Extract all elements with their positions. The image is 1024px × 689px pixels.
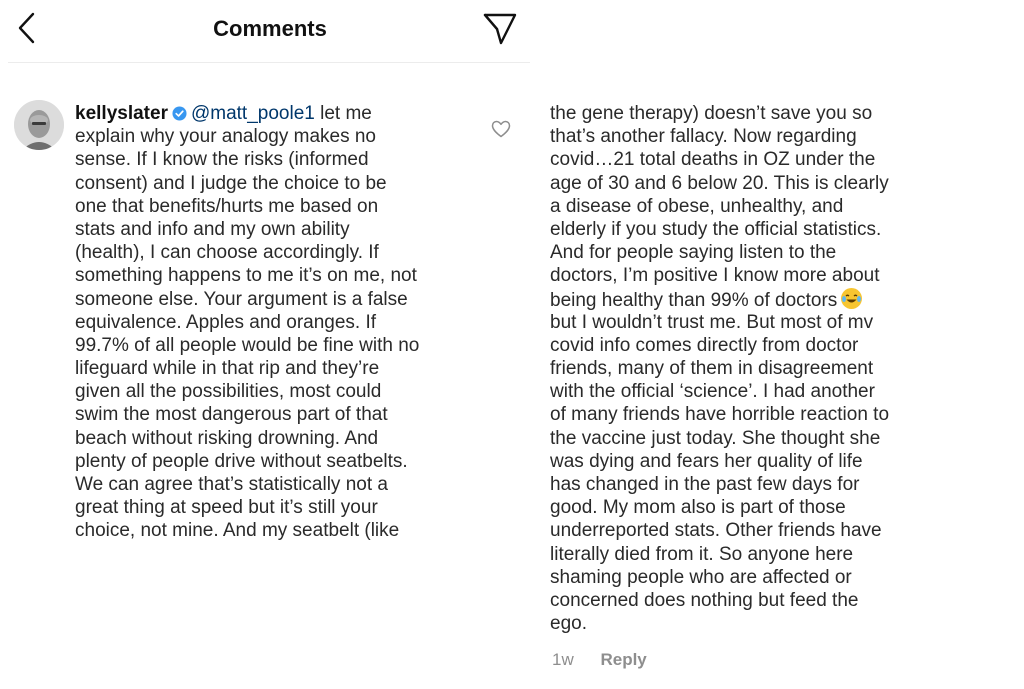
comment-line: sense. If I know the risks (informed — [75, 149, 369, 171]
comment-line: elderly if you study the official statis… — [550, 218, 882, 240]
share-button[interactable] — [482, 12, 518, 46]
verified-badge-icon — [172, 106, 187, 121]
comment-line: has changed in the past few days for — [550, 474, 860, 495]
comment-body-right: the gene therapy) doesn’t save you so th… — [550, 102, 1020, 635]
comment-line: but I wouldn’t trust me. But most of mv — [550, 311, 874, 333]
reply-button[interactable]: Reply — [600, 650, 646, 669]
comment-line: the vaccine just today. She thought she — [550, 427, 881, 449]
comment-first-line: kellyslater @matt_poole1 let me — [75, 102, 475, 125]
comment-line: 99.7% of all people would be fine with n… — [75, 334, 420, 356]
comment-line: with the official ‘science’. I had anoth… — [550, 381, 875, 403]
comment-line: age of 30 and 6 below 20. This is clearl… — [550, 172, 889, 194]
comment-body-left: kellyslater @matt_poole1 let me explain w… — [75, 102, 475, 543]
comment-line: great thing at speed but it’s still your — [75, 497, 378, 519]
comment-line: lifeguard while in that rip and they’re — [75, 358, 380, 380]
comment-line: plenty of people drive without seatbelts… — [75, 450, 408, 472]
comment-line: stats and info and my own ability — [75, 218, 350, 240]
mention-link[interactable]: @matt_poole1 — [191, 103, 315, 124]
comment-line: And for people saying listen to the — [550, 242, 837, 264]
comment-line: beach without risking drowning. And — [75, 427, 379, 449]
comment-line: was dying and fears her quality of life — [550, 450, 863, 472]
comment-line: underreported stats. Other friends have — [550, 520, 882, 542]
comment-line: explain why your analogy makes no — [75, 126, 377, 148]
laughing-tears-emoji-icon — [841, 287, 863, 309]
comment-line: consent) and I judge the choice to be — [75, 172, 387, 194]
comment-line: We can agree that’s statistically not a — [75, 474, 388, 495]
comments-screen-right: the gene therapy) doesn’t save you so th… — [548, 0, 1024, 689]
comment-line: something happens to me it’s on me, not — [75, 265, 417, 287]
comments-header: Comments — [0, 0, 530, 60]
comment-line: choice, not mine. And my seatbelt (like — [75, 520, 400, 542]
page-title: Comments — [213, 16, 327, 41]
comment-line: one that benefits/hurts me based on — [75, 195, 379, 217]
comment-line: let me — [314, 103, 372, 124]
comment-line: ego. — [550, 613, 587, 635]
comment-line: someone else. Your argument is a false — [75, 288, 408, 310]
comment-line-with-emoji: being healthy than 99% of doctors — [550, 287, 1020, 311]
comment-line: swim the most dangerous part of that — [75, 404, 388, 426]
username-link[interactable]: kellyslater — [75, 103, 168, 124]
comment-line: covid info comes directly from doctor — [550, 334, 859, 356]
comment-line: friends, many of them in disagreement — [550, 358, 874, 380]
comment-line: covid…21 total deaths in OZ under the — [550, 149, 876, 171]
comment-meta: 1w Reply — [552, 650, 647, 670]
comments-screen-left: Comments kellyslater @matt_poole1 let me … — [0, 0, 530, 689]
header-divider — [8, 62, 530, 63]
comment-line: given all the possibilities, most could — [75, 381, 382, 403]
comment-line: doctors, I’m positive I know more about — [550, 265, 880, 287]
comment-line: good. My mom also is part of those — [550, 497, 846, 519]
heart-outline-icon — [491, 120, 511, 138]
comment-line: that’s another fallacy. Now regarding — [550, 126, 857, 148]
comment-line: of many friends have horrible reaction t… — [550, 404, 890, 426]
comment-line: a disease of obese, unhealthy, and — [550, 195, 844, 217]
comment-line: the gene therapy) doesn’t save you so — [550, 103, 873, 124]
comment-line: (health), I can choose accordingly. If — [75, 242, 379, 264]
comment-line: concerned does nothing but feed the — [550, 589, 859, 611]
timestamp: 1w — [552, 650, 574, 669]
avatar[interactable] — [14, 100, 64, 150]
comment-line: shaming people who are affected or — [550, 566, 852, 588]
comment-line: being healthy than 99% of doctors — [550, 289, 838, 311]
profile-photo — [14, 100, 64, 150]
comment-line: equivalence. Apples and oranges. If — [75, 311, 377, 333]
like-button[interactable] — [491, 120, 511, 138]
comment-line: literally died from it. So anyone here — [550, 543, 854, 565]
paper-plane-icon — [483, 13, 517, 45]
